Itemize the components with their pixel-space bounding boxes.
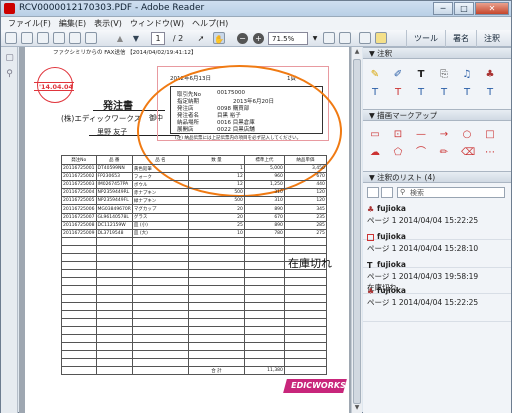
comment-button[interactable]: 注釈 [476, 30, 507, 47]
callout-box-icon[interactable]: ⊡ [392, 129, 404, 141]
attach-file-icon[interactable]: ⎘ [438, 69, 450, 81]
print-icon[interactable] [53, 32, 65, 44]
replace-text-icon[interactable]: T [369, 87, 381, 99]
pdf-page: ファクシミリからの FAX送信 【2014/04/02/19:41:12】 '1… [25, 47, 349, 413]
navigation-pane: ▢ ⚲ [1, 47, 18, 413]
scroll-up-icon[interactable]: ▲ [352, 47, 362, 57]
table-row: 20116725001 DT40599NN 黄色鉛筆 1 5,000 3,450 [61, 163, 327, 174]
text-comment-icon[interactable]: T [461, 87, 473, 99]
menu-help[interactable]: ヘルプ(H) [189, 17, 231, 30]
insert-text-icon[interactable]: T [438, 87, 450, 99]
comment-panel: ▼ 注釈 ✎ ✐ T ⎘ ♫ ♣ T T T T T T ▼ 描画マークアップ … [363, 47, 511, 413]
adobe-reader-icon [4, 3, 15, 14]
menu-window[interactable]: ウィンドウ(W) [127, 17, 187, 30]
prev-page-icon[interactable]: ▲ [115, 32, 125, 45]
zoom-out-icon[interactable]: − [237, 33, 248, 44]
comment-search-input[interactable]: 検索 [397, 187, 505, 198]
cloud-icon[interactable] [85, 32, 97, 44]
underline-icon[interactable]: T [415, 87, 427, 99]
comment-list-header[interactable]: ▼ 注釈のリスト (4) [363, 171, 511, 183]
stamp-date: '14.04.04 [39, 83, 74, 91]
line-icon[interactable]: — [415, 129, 427, 141]
sticky-note-icon[interactable]: ✎ [369, 69, 381, 81]
fit-width-icon[interactable] [339, 32, 351, 44]
highlight-icon[interactable] [375, 32, 387, 44]
open-icon[interactable] [21, 32, 33, 44]
pencil-icon[interactable]: ✏ [438, 147, 450, 159]
scroll-thumb[interactable] [353, 59, 361, 404]
connect-lines-icon[interactable]: ⋯ [484, 147, 496, 159]
fax-header: ファクシミリからの FAX送信 【2014/04/02/19:41:12】 [53, 50, 197, 56]
page-number-input[interactable]: 1 [151, 32, 165, 45]
table-row: 20116725007 GL96140578L グラス 20 670 235 [61, 212, 327, 222]
menu-edit[interactable]: 編集(E) [56, 17, 89, 30]
table-row: 20116725003 IM0267457PA ボウル 12 1,250 440 [61, 180, 327, 190]
menu-bar: ファイル(F) 編集(E) 表示(V) ウィンドウ(W) ヘルプ(H) [1, 17, 511, 30]
record-audio-icon[interactable]: ♫ [461, 69, 473, 81]
page-thumbnails-icon[interactable]: ▢ [4, 53, 15, 64]
customer-name: (株)エディックワークス [61, 114, 142, 123]
date-stamp[interactable]: '14.04.04 [34, 67, 74, 103]
maximize-button[interactable]: □ [454, 2, 474, 15]
text-icon: T [367, 261, 373, 270]
annotations-section-header[interactable]: ▼ 注釈 [363, 47, 511, 59]
document-area: ファクシミリからの FAX送信 【2014/04/02/19:41:12】 '1… [19, 47, 351, 413]
menu-view[interactable]: 表示(V) [91, 17, 125, 30]
rectangle-tool-icon[interactable]: □ [484, 129, 496, 141]
vertical-scrollbar[interactable]: ▲ ▼ [351, 47, 362, 413]
drawing-section-header[interactable]: ▼ 描画マークアップ [363, 109, 511, 121]
stamp-icon: ♣ [367, 287, 375, 296]
add-text-icon[interactable]: T [415, 69, 427, 81]
stamp-icon: ♣ [367, 205, 375, 214]
app-window: RCV0000012170303.PDF - Adobe Reader ─ □ … [0, 0, 512, 413]
table-row: 20116725009 DL3719548 皿 (大) 10 780 275 [61, 228, 327, 238]
filter-icon[interactable] [367, 187, 379, 198]
create-pdf-icon[interactable] [5, 32, 17, 44]
callout-icon[interactable]: T [484, 87, 496, 99]
text-box-icon[interactable]: ▭ [369, 129, 381, 141]
select-cursor-icon[interactable]: ➚ [195, 32, 207, 45]
cloud-shape-icon[interactable]: ☁ [369, 147, 381, 159]
ellipse-icon[interactable]: ○ [461, 129, 473, 141]
out-of-stock-annotation[interactable]: 在庫切れ [288, 255, 332, 271]
eraser-icon[interactable]: ⌫ [461, 147, 475, 159]
zoom-dropdown-icon[interactable]: ▼ [311, 32, 319, 45]
arrow-icon[interactable]: → [438, 129, 450, 141]
table-row: 20116725008 DC112159W 皿 (小) 25 890 285 [61, 220, 327, 230]
email-icon[interactable] [69, 32, 81, 44]
next-page-icon[interactable]: ▼ [131, 32, 141, 45]
table-row: 20116725005 NP2359449FL 緑ナプキン 500 310 120 [61, 196, 327, 206]
sign-button[interactable]: 署名 [445, 30, 476, 47]
toolbar: ▲ ▼ 1 / 2 ➚ ✋ − + 71.5% ▼ ツール 署名 注釈 [1, 30, 511, 47]
stamp-tool-icon[interactable]: ♣ [484, 69, 496, 81]
fit-page-icon[interactable] [323, 32, 335, 44]
table-row: 20116725004 NP2359449RL 赤ナプキン 500 310 120 [61, 188, 327, 198]
table-row: 20116725006 MG03849670R マグカップ 20 890 345 [61, 204, 327, 214]
total-row: 合 計 11,380 [61, 366, 327, 376]
table-row: 20116725002 FP230653 フォーク 12 960 670 [61, 172, 327, 182]
zoom-in-icon[interactable]: + [253, 33, 264, 44]
title-bar: RCV0000012170303.PDF - Adobe Reader ─ □ … [1, 1, 511, 17]
page-total: / 2 [172, 34, 184, 43]
hand-tool-icon[interactable]: ✋ [213, 32, 225, 44]
zoom-input[interactable]: 71.5% [268, 32, 308, 45]
polyline-icon[interactable]: ⌒ [415, 147, 427, 159]
rectangle-icon [367, 234, 374, 241]
strikethrough-icon[interactable]: T [392, 87, 404, 99]
scroll-down-icon[interactable]: ▼ [352, 403, 362, 413]
polygon-icon[interactable]: ⬠ [392, 147, 404, 159]
search-icon: ⚲ [400, 188, 406, 196]
menu-file[interactable]: ファイル(F) [5, 17, 54, 30]
tools-button[interactable]: ツール [406, 30, 445, 47]
options-icon[interactable] [381, 187, 393, 198]
comment-item[interactable]: ♣ fujioka ページ 1 2014/04/04 15:22:25 [363, 284, 511, 322]
highlight-text-icon[interactable]: ✐ [392, 69, 404, 81]
save-icon[interactable] [37, 32, 49, 44]
minimize-button[interactable]: ─ [433, 2, 453, 15]
comment-note-icon[interactable] [359, 32, 371, 44]
attachments-icon[interactable]: ⚲ [4, 69, 15, 80]
window-title: RCV0000012170303.PDF - Adobe Reader [19, 3, 205, 13]
company-logo: EDICWORKS [283, 379, 347, 393]
close-button[interactable]: ✕ [475, 2, 509, 15]
